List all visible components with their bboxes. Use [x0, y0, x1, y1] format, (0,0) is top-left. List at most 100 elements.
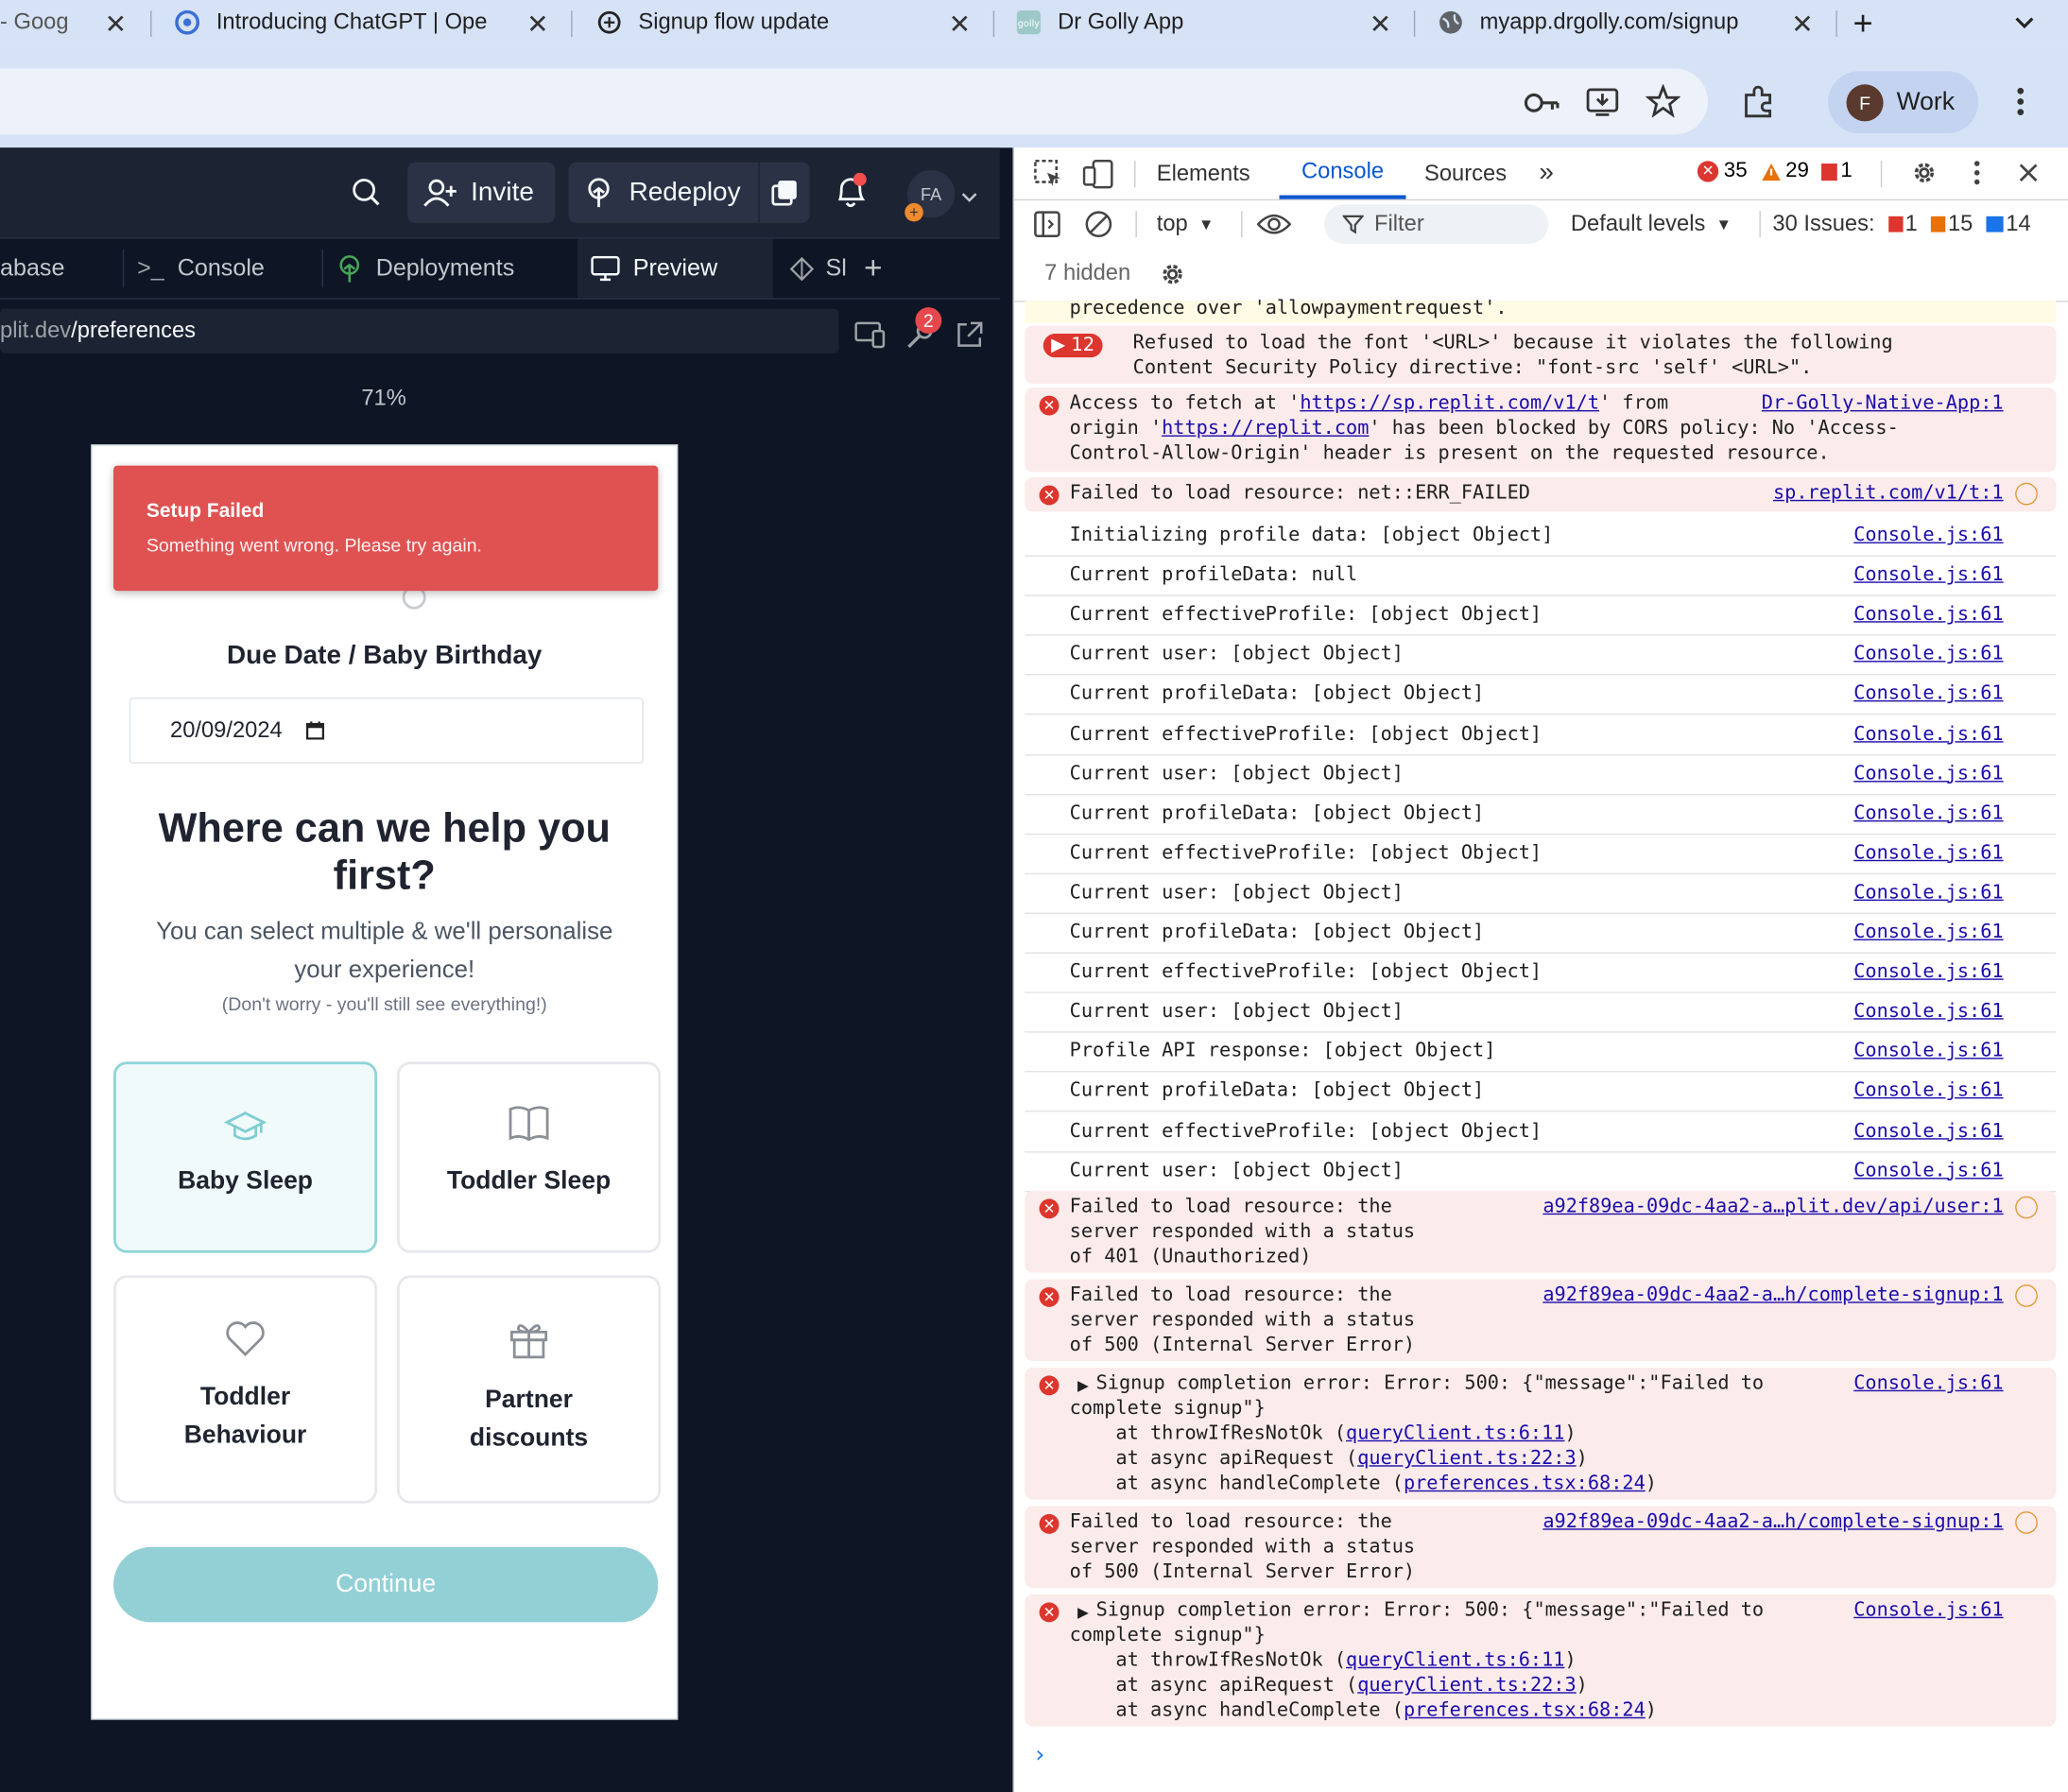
gear-icon[interactable] [1905, 154, 1942, 191]
source-link[interactable]: Console.js:61 [1853, 1079, 2003, 1105]
console-message[interactable]: Current profileData: [object Object] Cons… [1025, 1073, 2057, 1112]
close-icon[interactable]: ✕ [526, 8, 548, 41]
source-link[interactable]: Console.js:61 [1853, 722, 2003, 748]
console-message-error[interactable]: ✕ Failed to load resource: the server re… [1025, 1506, 2057, 1589]
console-message[interactable]: Current user: [object Object] Console.js:… [1025, 1152, 2057, 1192]
stack-link[interactable]: preferences.tsx:68:24 [1404, 1700, 1646, 1721]
chevron-down-icon[interactable] [961, 186, 977, 210]
source-link[interactable]: Console.js:61 [1853, 524, 2003, 549]
issues-button[interactable]: 30 Issues: 1 15 14 [1772, 211, 2030, 237]
network-icon[interactable] [2015, 1284, 2038, 1307]
devices-icon[interactable] [852, 317, 888, 353]
source-link[interactable]: Console.js:61 [1853, 762, 2003, 787]
source-link[interactable]: Console.js:61 [1853, 881, 2003, 906]
source-link[interactable]: sp.replit.com/v1/t:1 [1773, 481, 2004, 507]
close-icon[interactable]: ✕ [1370, 8, 1391, 41]
browser-tab[interactable]: Signup flow update ✕ [596, 0, 971, 44]
console-message[interactable]: Current effectiveProfile: [object Object… [1025, 715, 2057, 755]
source-link[interactable]: Console.js:61 [1853, 1000, 2003, 1025]
console-message[interactable]: Profile API response: [object Object] Con… [1025, 1033, 2057, 1073]
tab-shell[interactable]: Sl [773, 239, 853, 299]
install-app-icon[interactable] [1584, 83, 1621, 120]
url-link[interactable]: https://replit.com [1162, 418, 1369, 439]
calendar-icon[interactable] [306, 721, 325, 740]
option-toddler-sleep[interactable]: Toddler Sleep [397, 1061, 662, 1253]
expand-arrow-icon[interactable]: ▶ [1077, 1600, 1089, 1626]
stack-link[interactable]: queryClient.ts:6:11 [1346, 1423, 1564, 1444]
tab-console[interactable]: >_ Console [124, 239, 321, 299]
console-message[interactable]: Current user: [object Object] Console.js:… [1025, 874, 2057, 914]
console-message[interactable]: Current user: [object Object] Console.js:… [1025, 755, 2057, 795]
console-message[interactable]: Current user: [object Object] Console.js:… [1025, 993, 2057, 1033]
user-avatar[interactable]: FA + [905, 170, 956, 222]
extensions-icon[interactable] [1740, 83, 1777, 120]
source-link[interactable]: Console.js:61 [1853, 682, 2003, 708]
address-bar[interactable] [0, 68, 1709, 135]
console-message-error[interactable]: ✕ Failed to load resource: net::ERR_FAIL… [1025, 477, 2057, 512]
more-vert-icon[interactable] [2002, 83, 2039, 120]
console-prompt[interactable]: › [1035, 1741, 2038, 1772]
network-icon[interactable] [2015, 482, 2038, 506]
console-message-error[interactable]: ✕ Failed to load resource: the server re… [1025, 1279, 2057, 1362]
error-toast[interactable]: Setup Failed Something went wrong. Pleas… [113, 465, 659, 592]
source-link[interactable]: Console.js:61 [1853, 1371, 2003, 1397]
invite-button[interactable]: Invite [407, 162, 556, 223]
close-icon[interactable]: ✕ [105, 8, 127, 41]
preview-url-bar[interactable]: plit.dev/preferences [0, 308, 839, 353]
due-date-input[interactable]: 20/09/2024 [129, 698, 644, 764]
stack-link[interactable]: queryClient.ts:22:3 [1357, 1675, 1576, 1696]
new-tab-button[interactable]: + [1853, 0, 1887, 44]
source-link[interactable]: Console.js:61 [1853, 1119, 2003, 1145]
source-link[interactable]: Dr-Golly-Native-App:1 [1762, 391, 2004, 417]
console-message[interactable]: Current profileData: [object Object] Cons… [1025, 676, 2057, 715]
console-message-error[interactable]: ✕ ▶ Signup completion error: Error: 500:… [1025, 1594, 2057, 1727]
error-counts[interactable]: ✕ 35 29 1 [1697, 160, 1853, 183]
console-message[interactable]: Current effectiveProfile: [object Object… [1025, 835, 2057, 874]
inspect-element-icon[interactable] [1030, 156, 1067, 193]
source-link[interactable]: a92f89ea-09dc-4aa2-a…h/complete-signup:1 [1542, 1284, 2003, 1309]
more-tabs-icon[interactable]: » [1539, 147, 1554, 198]
console-message[interactable]: Current effectiveProfile: [object Object… [1025, 596, 2057, 636]
console-message[interactable]: Current user: [object Object] Console.js:… [1025, 636, 2057, 676]
console-message[interactable]: Current effectiveProfile: [object Object… [1025, 954, 2057, 993]
external-link-icon[interactable] [951, 317, 988, 353]
key-icon[interactable] [1524, 84, 1560, 121]
option-baby-sleep[interactable]: Baby Sleep [113, 1061, 378, 1253]
source-link[interactable]: Console.js:61 [1853, 801, 2003, 827]
console-filter-input[interactable]: Filter [1323, 204, 1549, 245]
continue-button[interactable]: Continue [113, 1546, 659, 1623]
close-icon[interactable] [2010, 154, 2047, 191]
tab-preview[interactable]: Preview [577, 238, 773, 299]
stack-link[interactable]: queryClient.ts:22:3 [1357, 1448, 1576, 1469]
sidebar-toggle-icon[interactable] [1028, 206, 1065, 243]
star-icon[interactable] [1645, 83, 1681, 120]
tab-console[interactable]: Console [1279, 147, 1406, 199]
source-link[interactable]: Console.js:61 [1853, 603, 2003, 629]
bell-icon[interactable] [832, 172, 869, 210]
console-message-error[interactable]: ▶ 12 Refused to load the font '<URL>' be… [1025, 325, 2057, 385]
deploy-menu-button[interactable] [759, 162, 810, 223]
profile-button[interactable]: F Work [1828, 71, 1979, 133]
source-link[interactable]: Console.js:61 [1853, 1040, 2003, 1065]
source-link[interactable]: Console.js:61 [1853, 563, 2003, 589]
log-levels-dropdown[interactable]: Default levels ▼ [1571, 211, 1732, 237]
source-link[interactable]: Console.js:61 [1853, 643, 2003, 668]
stack-link[interactable]: preferences.tsx:68:24 [1404, 1473, 1646, 1494]
console-message-error[interactable]: ✕ ▶ Signup completion error: Error: 500:… [1025, 1368, 2057, 1500]
option-toddler-behaviour[interactable]: Toddler Behaviour [113, 1275, 378, 1504]
console-message[interactable]: Current profileData: [object Object] Cons… [1025, 795, 2057, 835]
source-link[interactable]: Console.js:61 [1853, 921, 2003, 946]
add-tab-button[interactable]: + [864, 239, 890, 299]
console-message[interactable]: Initializing profile data: [object Objec… [1025, 517, 2057, 557]
source-link[interactable]: Console.js:61 [1853, 1159, 2003, 1184]
stack-link[interactable]: queryClient.ts:6:11 [1346, 1650, 1564, 1671]
network-icon[interactable] [2015, 1196, 2038, 1219]
eye-icon[interactable] [1255, 206, 1292, 243]
network-icon[interactable] [2015, 1511, 2038, 1534]
browser-tab[interactable]: - Goog ✕ [0, 0, 127, 44]
tab-search-button[interactable] [1998, 0, 2051, 44]
console-message[interactable]: Current effectiveProfile: [object Object… [1025, 1112, 2057, 1152]
console-message[interactable]: Current profileData: [object Object] Cons… [1025, 914, 2057, 954]
more-vert-icon[interactable] [1958, 154, 1995, 191]
source-link[interactable]: a92f89ea-09dc-4aa2-a…h/complete-signup:1 [1542, 1510, 2003, 1536]
